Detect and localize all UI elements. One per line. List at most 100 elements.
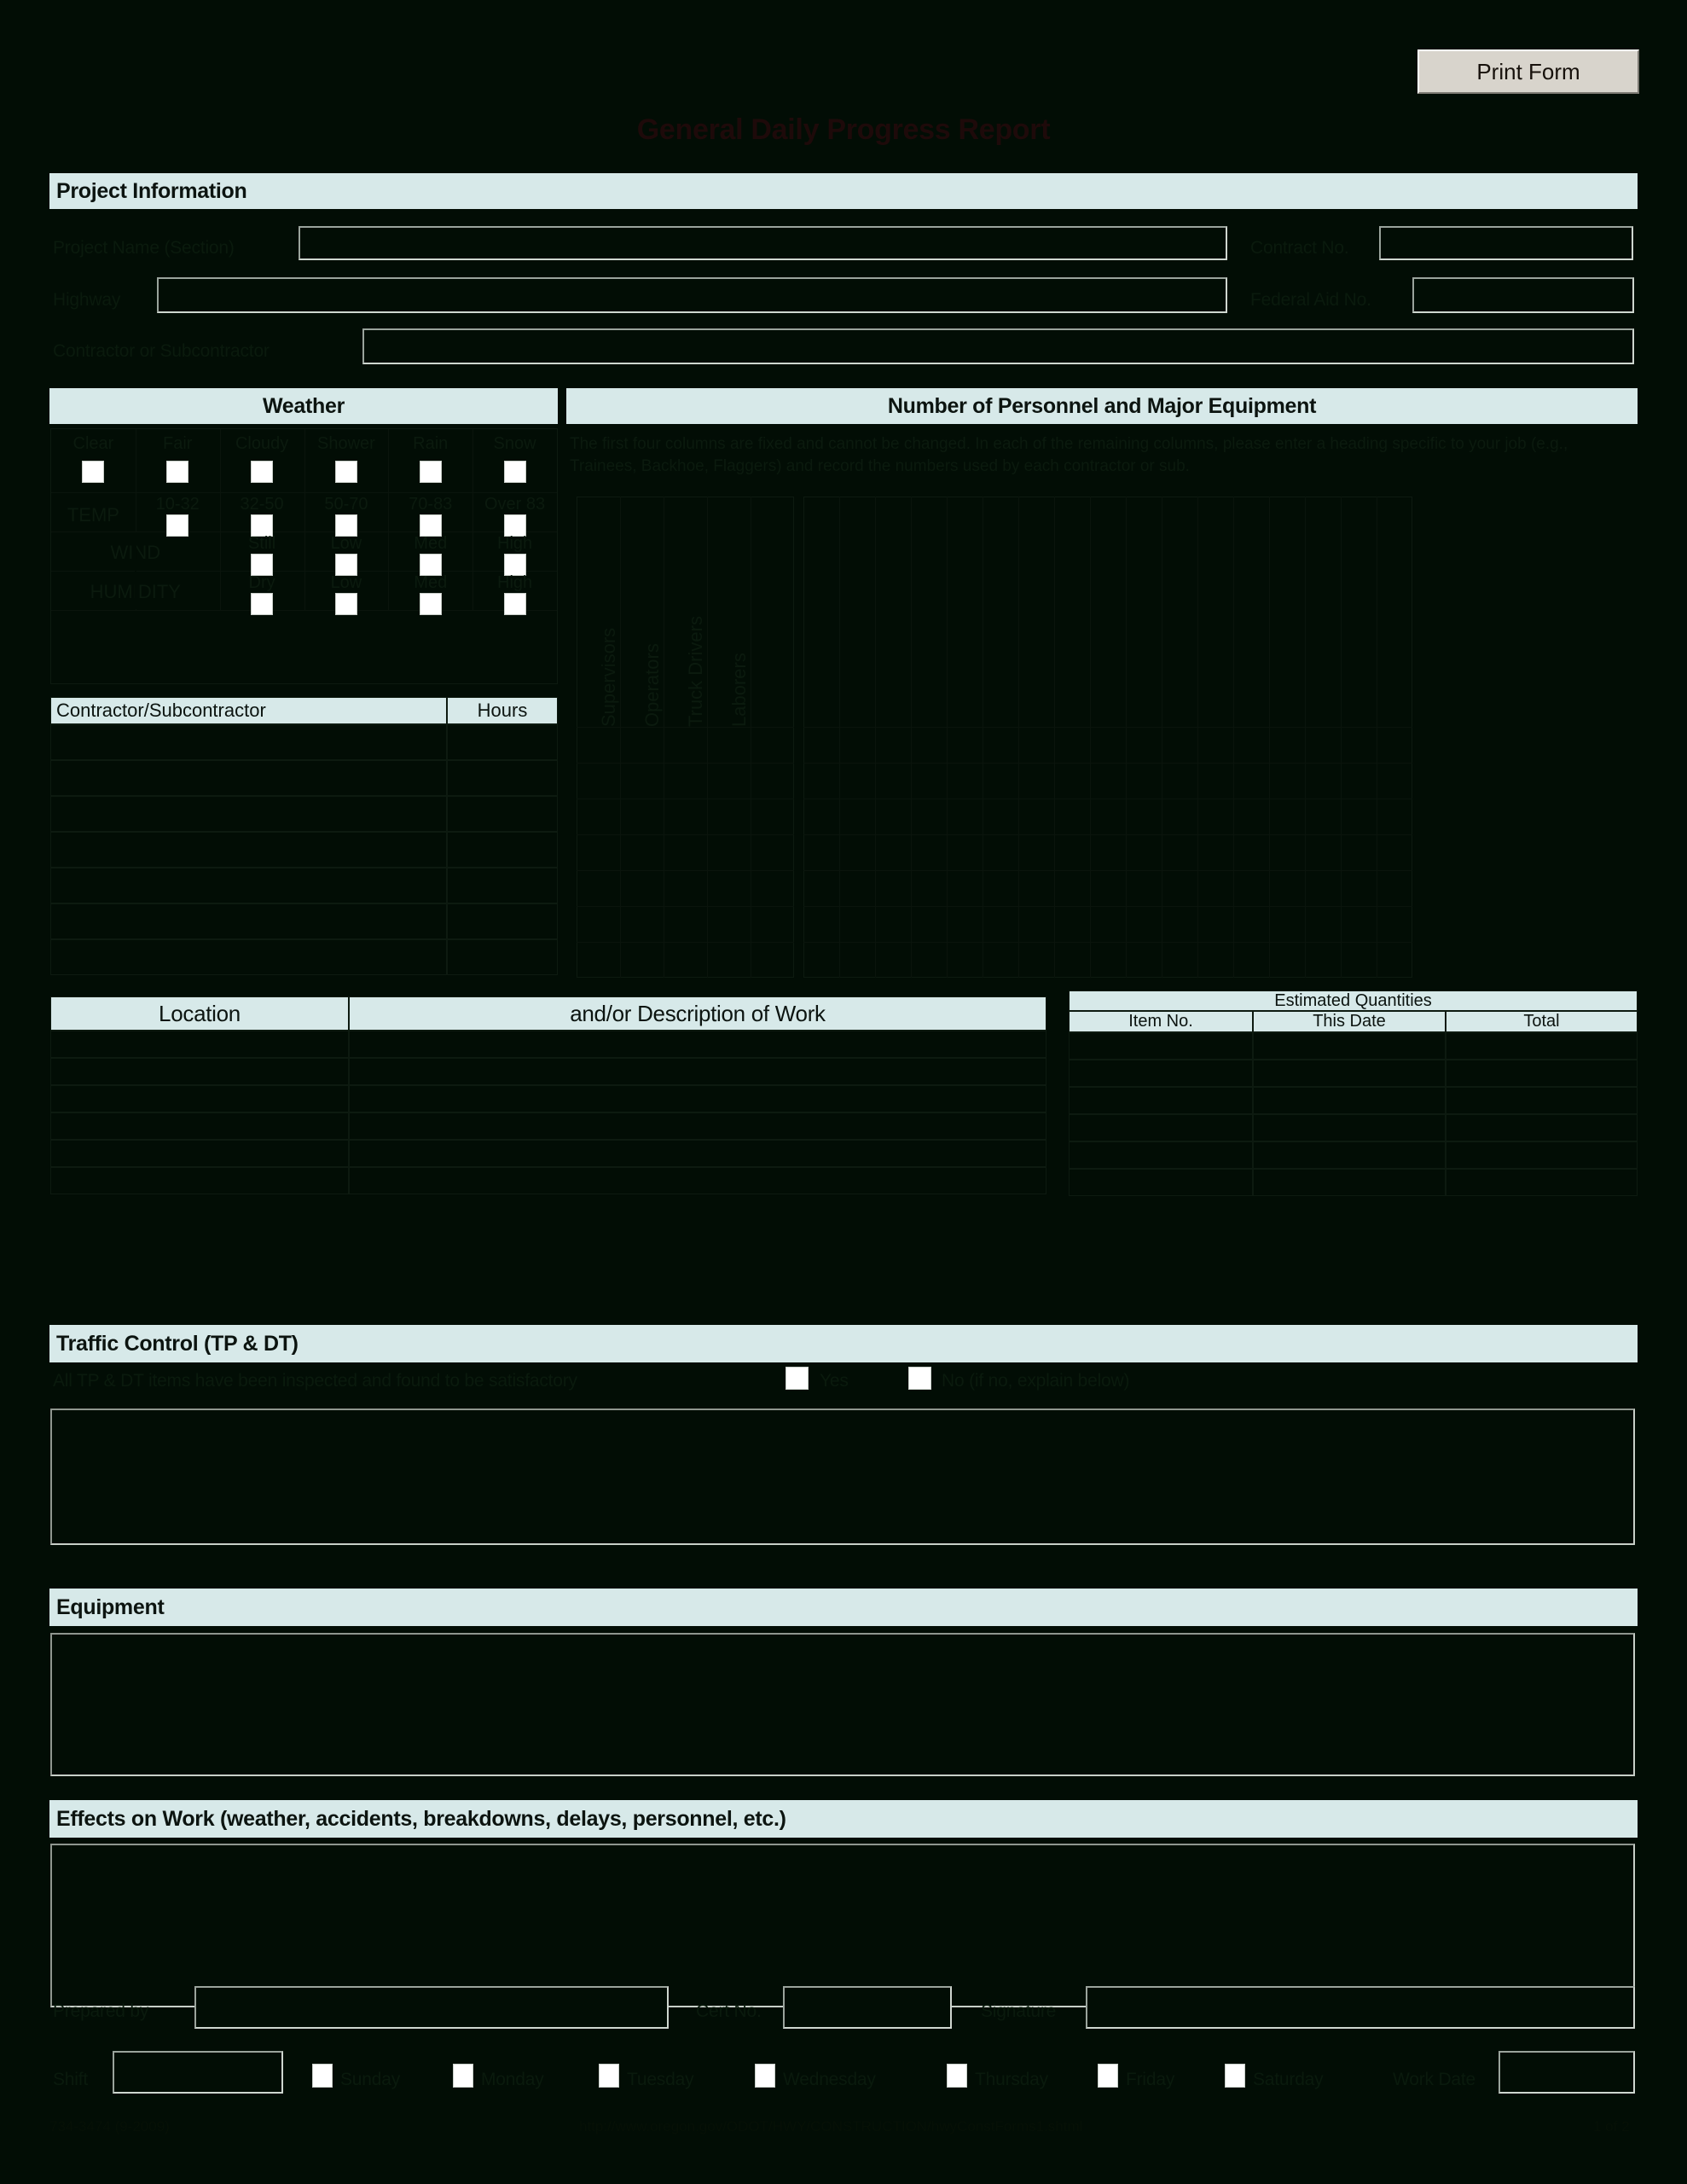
personnel-count-cell[interactable] xyxy=(1305,942,1341,978)
personnel-count-cell[interactable] xyxy=(911,942,947,978)
work-description-cell[interactable] xyxy=(349,1140,1046,1167)
contractor-name-cell[interactable] xyxy=(50,868,447,903)
work-day-checkbox[interactable] xyxy=(1098,2064,1118,2088)
personnel-count-cell[interactable] xyxy=(707,834,751,870)
personnel-count-cell[interactable] xyxy=(751,942,794,978)
estimated-quantities-cell[interactable] xyxy=(1253,1114,1446,1141)
personnel-count-cell[interactable] xyxy=(1162,942,1197,978)
personnel-count-cell[interactable] xyxy=(1054,727,1090,763)
personnel-count-cell[interactable] xyxy=(664,799,707,834)
estimated-quantities-cell[interactable] xyxy=(1069,1087,1253,1114)
personnel-count-cell[interactable] xyxy=(1377,942,1412,978)
estimated-quantities-cell[interactable] xyxy=(1446,1169,1638,1196)
estimated-quantities-cell[interactable] xyxy=(1446,1141,1638,1169)
estimated-quantities-cell[interactable] xyxy=(1069,1032,1253,1060)
personnel-count-cell[interactable] xyxy=(911,727,947,763)
contractor-name-cell[interactable] xyxy=(50,724,447,760)
contractor-name-cell[interactable] xyxy=(50,903,447,939)
personnel-count-cell[interactable] xyxy=(1305,870,1341,906)
work-location-cell[interactable] xyxy=(50,1167,349,1194)
work-location-cell[interactable] xyxy=(50,1085,349,1112)
personnel-count-cell[interactable] xyxy=(1162,870,1197,906)
estimated-quantities-cell[interactable] xyxy=(1446,1087,1638,1114)
personnel-count-cell[interactable] xyxy=(1162,763,1197,799)
personnel-custom-column-header-input[interactable] xyxy=(839,497,875,727)
personnel-count-cell[interactable] xyxy=(875,834,911,870)
personnel-count-cell[interactable] xyxy=(947,870,983,906)
personnel-count-cell[interactable] xyxy=(1054,763,1090,799)
personnel-count-cell[interactable] xyxy=(1233,870,1269,906)
personnel-count-cell[interactable] xyxy=(1341,727,1377,763)
personnel-count-cell[interactable] xyxy=(1269,942,1305,978)
cert-no-input[interactable] xyxy=(783,1986,952,2029)
personnel-count-cell[interactable] xyxy=(751,727,794,763)
prepared-by-input[interactable] xyxy=(194,1986,669,2029)
work-description-cell[interactable] xyxy=(349,1167,1046,1194)
equipment-textarea[interactable] xyxy=(50,1633,1635,1776)
traffic-control-no-checkbox[interactable] xyxy=(908,1367,931,1390)
personnel-count-cell[interactable] xyxy=(1090,727,1126,763)
personnel-count-cell[interactable] xyxy=(1162,799,1197,834)
personnel-count-cell[interactable] xyxy=(751,799,794,834)
estimated-quantities-cell[interactable] xyxy=(1446,1032,1638,1060)
personnel-count-cell[interactable] xyxy=(1341,942,1377,978)
personnel-custom-column-header-input[interactable] xyxy=(1269,497,1305,727)
personnel-count-cell[interactable] xyxy=(947,763,983,799)
personnel-count-cell[interactable] xyxy=(875,799,911,834)
personnel-count-cell[interactable] xyxy=(1197,834,1233,870)
personnel-custom-column-header-input[interactable] xyxy=(1341,497,1377,727)
personnel-count-cell[interactable] xyxy=(620,834,664,870)
weather-humidity-checkbox[interactable] xyxy=(251,593,274,615)
personnel-count-cell[interactable] xyxy=(1269,763,1305,799)
personnel-count-cell[interactable] xyxy=(1197,727,1233,763)
personnel-count-cell[interactable] xyxy=(1018,727,1054,763)
personnel-count-cell[interactable] xyxy=(1126,834,1162,870)
weather-humidity-checkbox[interactable] xyxy=(419,593,442,615)
personnel-count-cell[interactable] xyxy=(947,799,983,834)
personnel-count-cell[interactable] xyxy=(947,906,983,942)
personnel-count-cell[interactable] xyxy=(1269,799,1305,834)
personnel-count-cell[interactable] xyxy=(620,799,664,834)
work-location-cell[interactable] xyxy=(50,1140,349,1167)
estimated-quantities-cell[interactable] xyxy=(1253,1060,1446,1087)
personnel-count-cell[interactable] xyxy=(751,834,794,870)
personnel-count-cell[interactable] xyxy=(911,799,947,834)
personnel-count-cell[interactable] xyxy=(1126,727,1162,763)
contractor-input[interactable] xyxy=(362,328,1634,364)
work-date-input[interactable] xyxy=(1499,2051,1635,2094)
personnel-count-cell[interactable] xyxy=(577,727,620,763)
contractor-name-cell[interactable] xyxy=(50,796,447,832)
personnel-count-cell[interactable] xyxy=(1233,763,1269,799)
personnel-count-cell[interactable] xyxy=(707,763,751,799)
personnel-count-cell[interactable] xyxy=(803,870,839,906)
personnel-count-cell[interactable] xyxy=(1233,906,1269,942)
personnel-count-cell[interactable] xyxy=(1090,799,1126,834)
personnel-count-cell[interactable] xyxy=(1054,870,1090,906)
personnel-count-cell[interactable] xyxy=(839,799,875,834)
personnel-count-cell[interactable] xyxy=(1090,942,1126,978)
personnel-count-cell[interactable] xyxy=(577,834,620,870)
personnel-count-cell[interactable] xyxy=(707,942,751,978)
personnel-custom-column-header-input[interactable] xyxy=(803,497,839,727)
weather-condition-checkbox[interactable] xyxy=(503,461,526,483)
personnel-count-cell[interactable] xyxy=(1305,834,1341,870)
personnel-count-cell[interactable] xyxy=(1197,799,1233,834)
personnel-count-cell[interactable] xyxy=(803,942,839,978)
personnel-count-cell[interactable] xyxy=(1018,834,1054,870)
estimated-quantities-cell[interactable] xyxy=(1253,1087,1446,1114)
estimated-quantities-cell[interactable] xyxy=(1069,1114,1253,1141)
signature-input[interactable] xyxy=(1086,1986,1635,2029)
work-day-checkbox[interactable] xyxy=(312,2064,333,2088)
personnel-count-cell[interactable] xyxy=(983,763,1018,799)
personnel-custom-column-header-input[interactable] xyxy=(911,497,947,727)
personnel-custom-column-header-input[interactable] xyxy=(947,497,983,727)
personnel-count-cell[interactable] xyxy=(751,763,794,799)
personnel-custom-column-header-input[interactable] xyxy=(1090,497,1126,727)
federal-aid-no-input[interactable] xyxy=(1412,277,1634,313)
estimated-quantities-cell[interactable] xyxy=(1446,1114,1638,1141)
personnel-count-cell[interactable] xyxy=(1090,906,1126,942)
personnel-count-cell[interactable] xyxy=(947,942,983,978)
personnel-count-cell[interactable] xyxy=(1269,834,1305,870)
estimated-quantities-cell[interactable] xyxy=(1253,1169,1446,1196)
personnel-count-cell[interactable] xyxy=(947,727,983,763)
